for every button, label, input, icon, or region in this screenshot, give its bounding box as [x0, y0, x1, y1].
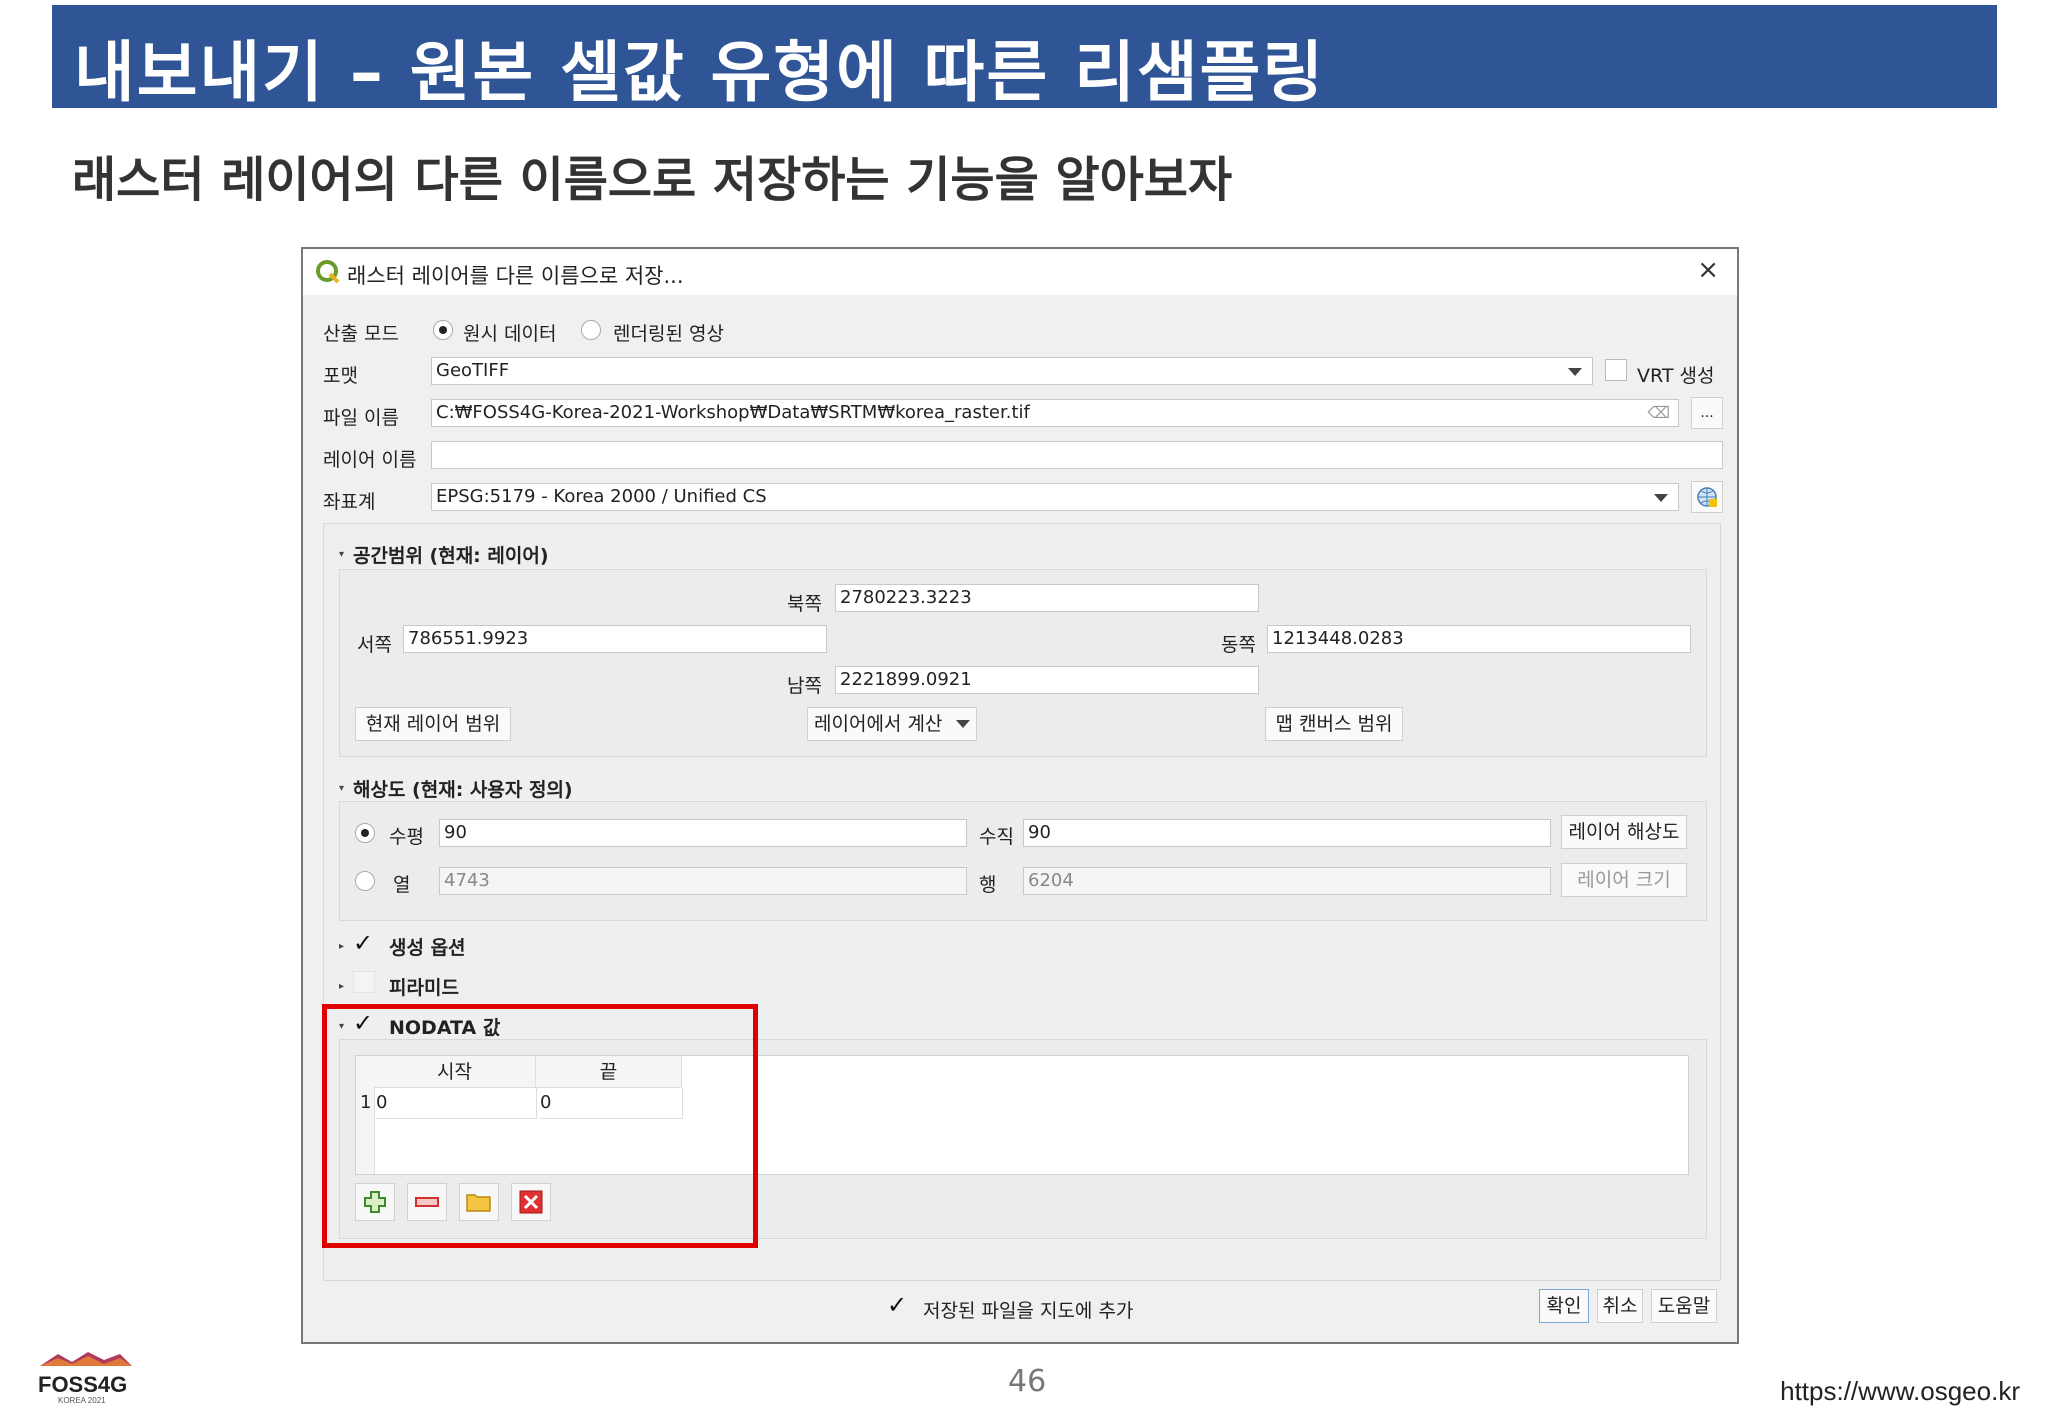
slide-subtitle: 래스터 레이어의 다른 이름으로 저장하는 기능을 알아보자 [72, 152, 1233, 208]
rows-label: 행 [979, 874, 997, 896]
crs-label: 좌표계 [323, 491, 376, 513]
logo-subtext: KOREA 2021 [58, 1396, 106, 1405]
qgis-icon [316, 260, 340, 284]
raw-data-label: 원시 데이터 [463, 323, 557, 345]
radio-rendered-image[interactable] [581, 320, 601, 340]
layer-size-button[interactable]: 레이어 크기 [1561, 863, 1687, 897]
filename-input[interactable]: C:₩FOSS4G-Korea-2021-Workshop₩Data₩SRTM₩… [431, 399, 1679, 427]
chevron-down-icon [1654, 494, 1668, 502]
filename-value: C:₩FOSS4G-Korea-2021-Workshop₩Data₩SRTM₩… [436, 402, 1030, 423]
create-options-check[interactable]: ✓ [353, 931, 373, 955]
collapse-triangle-icon[interactable]: ▸ [339, 981, 344, 992]
format-select[interactable]: GeoTIFF [431, 357, 1593, 385]
pyramids-label[interactable]: 피라미드 [389, 973, 459, 1000]
expand-triangle-icon[interactable]: ▾ [339, 549, 344, 560]
output-mode-label: 산출 모드 [323, 323, 399, 345]
layer-name-input[interactable] [431, 441, 1723, 469]
east-input[interactable]: 1213448.0283 [1267, 625, 1691, 653]
radio-raw-data[interactable] [433, 320, 453, 340]
vrt-label: VRT 생성 [1637, 365, 1715, 387]
calc-from-layer-button[interactable]: 레이어에서 계산 [807, 707, 977, 741]
globe-icon [1697, 487, 1717, 507]
east-label: 동쪽 [1221, 634, 1256, 656]
horizontal-label: 수평 [389, 826, 424, 848]
extent-title[interactable]: 공간범위 (현재: 레이어) [353, 541, 549, 568]
help-button[interactable]: 도움말 [1651, 1289, 1717, 1323]
columns-label: 열 [393, 874, 411, 896]
title-banner: 내보내기 – 원본 셀값 유형에 따른 리샘플링 [52, 5, 1997, 111]
clear-icon[interactable]: ⌫ [1647, 400, 1670, 426]
foss4g-logo: FOSS4G KOREA 2021 [38, 1348, 134, 1408]
crs-select[interactable]: EPSG:5179 - Korea 2000 / Unified CS [431, 483, 1679, 511]
layer-resolution-button[interactable]: 레이어 해상도 [1561, 815, 1687, 849]
radio-resolution[interactable] [355, 823, 375, 843]
filename-label: 파일 이름 [323, 407, 399, 429]
vertical-label: 수직 [979, 826, 1014, 848]
cancel-button[interactable]: 취소 [1597, 1289, 1643, 1323]
calc-from-layer-label: 레이어에서 계산 [814, 713, 943, 735]
footer-url[interactable]: https://www.osgeo.kr [1780, 1376, 2020, 1407]
crs-selector-button[interactable] [1691, 481, 1723, 513]
logo-text: FOSS4G [38, 1372, 128, 1397]
dialog-titlebar: 래스터 레이어를 다른 이름으로 저장... × [303, 249, 1737, 295]
radio-size[interactable] [355, 871, 375, 891]
collapse-triangle-icon[interactable]: ▸ [339, 941, 344, 952]
close-icon[interactable]: × [1697, 255, 1719, 285]
logo-graphic [40, 1352, 132, 1366]
chevron-down-icon [1568, 368, 1582, 376]
create-options-label[interactable]: 생성 옵션 [389, 933, 466, 960]
browse-button[interactable]: ... [1691, 397, 1723, 429]
expand-triangle-icon[interactable]: ▾ [339, 783, 344, 794]
south-label: 남쪽 [787, 675, 822, 697]
slide-title: 내보내기 – 원본 셀값 유형에 따른 리샘플링 [74, 34, 1326, 111]
west-label: 서쪽 [357, 634, 392, 656]
columns-input[interactable]: 4743 [439, 867, 967, 895]
highlight-box [322, 1004, 758, 1248]
add-to-map-label: 저장된 파일을 지도에 추가 [923, 1300, 1134, 1322]
format-label: 포맷 [323, 365, 358, 387]
vrt-checkbox[interactable] [1605, 359, 1627, 381]
pyramids-checkbox[interactable] [353, 971, 375, 993]
resolution-title[interactable]: 해상도 (현재: 사용자 정의) [353, 775, 573, 802]
south-input[interactable]: 2221899.0921 [835, 666, 1259, 694]
format-value: GeoTIFF [436, 360, 510, 381]
rendered-image-label: 렌더링된 영상 [613, 323, 724, 345]
dialog-title: 래스터 레이어를 다른 이름으로 저장... [347, 264, 684, 288]
page-number: 46 [1008, 1364, 1047, 1399]
chevron-down-icon [956, 720, 970, 728]
vertical-input[interactable]: 90 [1023, 819, 1551, 847]
west-input[interactable]: 786551.9923 [403, 625, 827, 653]
north-label: 북쪽 [787, 593, 822, 615]
ok-button[interactable]: 확인 [1539, 1289, 1589, 1323]
layer-name-label: 레이어 이름 [323, 449, 417, 471]
add-to-map-check[interactable]: ✓ [887, 1293, 907, 1317]
north-input[interactable]: 2780223.3223 [835, 584, 1259, 612]
rows-input[interactable]: 6204 [1023, 867, 1551, 895]
map-canvas-extent-button[interactable]: 맵 캔버스 범위 [1265, 707, 1403, 741]
current-layer-extent-button[interactable]: 현재 레이어 범위 [355, 707, 511, 741]
horizontal-input[interactable]: 90 [439, 819, 967, 847]
crs-value: EPSG:5179 - Korea 2000 / Unified CS [436, 486, 767, 507]
